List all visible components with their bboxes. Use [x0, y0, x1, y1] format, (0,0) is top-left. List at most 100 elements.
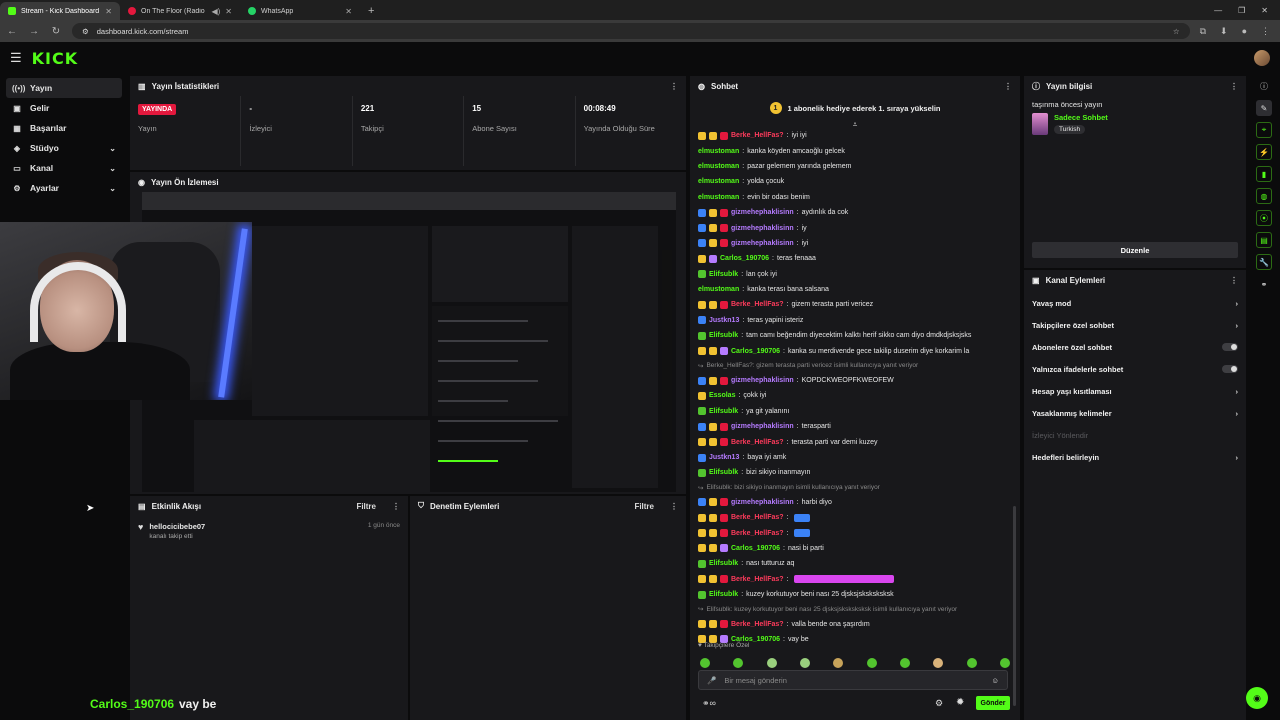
chat-message[interactable]: Berke_HellFas?: [698, 572, 1020, 587]
microphone-icon[interactable]: 🎤 [707, 676, 716, 685]
chat-username[interactable]: Berke_HellFas? [731, 514, 784, 521]
chat-username[interactable]: elmustoman [698, 286, 739, 293]
chat-message[interactable]: Elifsublk: lan çok iyi [698, 267, 1020, 282]
chat-username[interactable]: Berke_HellFas? [731, 621, 784, 628]
channel-action-1[interactable]: Takipçilere özel sohbet › [1024, 314, 1246, 336]
quick-emote-icon[interactable] [866, 658, 877, 668]
quick-emote-icon[interactable] [833, 658, 844, 668]
support-chat-icon[interactable]: ◉ [1246, 687, 1268, 709]
sidebar-item-5[interactable]: ⚙ Ayarlar ⌄ [6, 178, 122, 198]
extensions-icon[interactable]: ⧉ [1200, 26, 1206, 37]
site-info-icon[interactable]: ⚙ [82, 27, 89, 36]
chat-username[interactable]: elmustoman [698, 163, 739, 170]
sidebar-item-1[interactable]: ▣ Gelir [6, 98, 122, 118]
chat-message[interactable]: Essolas: çokk iyi [698, 388, 1020, 403]
close-icon[interactable]: ✕ [225, 7, 232, 16]
chevron-down-icon[interactable]: ⌄ [109, 164, 116, 173]
sidebar-item-4[interactable]: ▭ Kanal ⌄ [6, 158, 122, 178]
chat-message[interactable]: Berke_HellFas?: [698, 510, 1020, 525]
send-button[interactable]: Gönder [976, 696, 1010, 710]
speaker-icon[interactable]: ◀) [211, 7, 220, 16]
chat-username[interactable]: Carlos_190706 [731, 545, 780, 552]
channel-action-3[interactable]: Yalnızca ifadelerle sohbet [1024, 358, 1246, 380]
chat-username[interactable]: Elifsublk [709, 560, 738, 567]
chat-scrollbar[interactable] [1013, 506, 1016, 706]
url-input[interactable]: ⚙ dashboard.kick.com/stream ☆ [72, 23, 1190, 39]
chat-username[interactable]: Berke_HellFas? [731, 132, 784, 139]
chat-username[interactable]: Essolas [709, 392, 735, 399]
chat-username[interactable]: Berke_HellFas? [731, 301, 784, 308]
info-icon[interactable]: ⓘ [1256, 78, 1272, 94]
chat-username[interactable]: Justkn13 [709, 317, 739, 324]
chat-username[interactable]: Berke_HellFas? [731, 576, 784, 583]
new-tab-button[interactable]: + [360, 2, 382, 20]
browser-tab-music[interactable]: On The Floor (Radio Edit) ◀) ✕ [120, 2, 240, 20]
chat-username[interactable]: Berke_HellFas? [731, 439, 784, 446]
chat-message[interactable]: elmustoman: kanka terası bana salsana [698, 282, 1020, 297]
chat-username[interactable]: Carlos_190706 [720, 255, 769, 262]
chat-message[interactable]: Carlos_190706: teras fenaaa [698, 251, 1020, 266]
profile-icon[interactable]: ● [1242, 26, 1247, 37]
wrench-icon[interactable]: 🔧 [1256, 254, 1272, 270]
chat-settings-icon[interactable]: ⚙ [935, 698, 943, 709]
broadcast-icon[interactable]: ⦿ [1256, 210, 1272, 226]
forward-icon[interactable]: → [28, 26, 40, 37]
chat-bot-icon[interactable]: ✹ [956, 697, 964, 708]
kick-logo[interactable]: KICK [32, 49, 79, 68]
chat-username[interactable]: gizmehephaklisinn [731, 423, 794, 430]
reload-icon[interactable]: ↻ [50, 26, 62, 37]
chat-username[interactable]: Elifsublk [709, 332, 738, 339]
back-icon[interactable]: ← [6, 26, 18, 37]
chat-message[interactable]: Elifsublk: bizi sikiyo inanmayın [698, 465, 1020, 480]
chat-message[interactable]: Berke_HellFas?: valla bende ona şaşırdım [698, 616, 1020, 631]
chat-username[interactable]: elmustoman [698, 194, 739, 201]
channel-action-2[interactable]: Abonelere özel sohbet [1024, 336, 1246, 358]
emoji-icon[interactable]: ☺ [991, 676, 999, 685]
chat-username[interactable]: gizmehephaklisinn [731, 209, 794, 216]
chat-username[interactable]: Elifsublk [709, 591, 738, 598]
network-icon[interactable]: ⚭ [1256, 276, 1272, 292]
quick-emote-icon[interactable] [700, 658, 710, 668]
edit-pencil-icon[interactable]: ✎ [1256, 100, 1272, 116]
toggle-switch[interactable] [1222, 365, 1238, 373]
quick-emote-icon[interactable] [999, 658, 1010, 668]
browser-tab-whatsapp[interactable]: WhatsApp ✕ [240, 2, 360, 20]
chat-message[interactable]: Justkn13: teras yapini isteriz [698, 313, 1020, 328]
more-options-icon[interactable]: ⋮ [1004, 82, 1012, 91]
chat-message[interactable]: gizmehephaklisinn: terasparti [698, 419, 1020, 434]
more-options-icon[interactable]: ⋮ [670, 502, 678, 511]
more-options-icon[interactable]: ⋮ [1230, 276, 1238, 285]
chat-username[interactable]: Elifsublk [709, 271, 738, 278]
chat-message[interactable]: Carlos_190706: nasi bi parti [698, 541, 1020, 556]
close-icon[interactable]: ✕ [345, 7, 352, 16]
user-avatar[interactable] [1254, 50, 1270, 66]
chat-message[interactable]: elmustoman: pazar gelemem yarında gelemem [698, 159, 1020, 174]
channel-action-7[interactable]: Hedefleri belirleyin › [1024, 446, 1246, 468]
document-icon[interactable]: ▮ [1256, 166, 1272, 182]
chat-message[interactable]: Justkn13: baya iyi amk [698, 450, 1020, 465]
edit-button[interactable]: Düzenle [1032, 242, 1238, 258]
chat-username[interactable]: gizmehephaklisinn [731, 499, 794, 506]
sidebar-item-3[interactable]: ◈ Stüdyo ⌄ [6, 138, 122, 158]
browser-menu-icon[interactable]: ⋮ [1261, 26, 1270, 37]
chat-message[interactable]: Berke_HellFas?: terasta parti var demi ku… [698, 434, 1020, 449]
lightning-icon[interactable]: ⚡ [1256, 144, 1272, 160]
close-icon[interactable]: ✕ [105, 7, 112, 16]
chat-bubble-icon[interactable]: ◍ [1256, 188, 1272, 204]
toggle-switch[interactable] [1222, 343, 1238, 351]
chat-message[interactable]: Berke_HellFas?: gizem terasta parti veric… [698, 297, 1020, 312]
chat-message[interactable]: Elifsublk: tam camı beğendim diyecektim k… [698, 328, 1020, 343]
maximize-icon[interactable]: ❐ [1238, 6, 1245, 15]
minimize-icon[interactable]: — [1214, 6, 1222, 15]
chat-username[interactable]: gizmehephaklisinn [731, 225, 794, 232]
quick-emote-icon[interactable] [966, 658, 977, 668]
browser-tab-kick[interactable]: Stream - Kick Dashboard ✕ [0, 2, 120, 20]
sidebar-item-2[interactable]: ▦ Başarılar [6, 118, 122, 138]
chat-message[interactable]: Elifsublk: kuzey korkutuyor beni nası 25 … [698, 587, 1020, 602]
filter-button[interactable]: Filtre [356, 502, 376, 511]
chat-message[interactable]: gizmehephaklisinn: aydınlık da cok [698, 205, 1020, 220]
channel-action-0[interactable]: Yavaş mod › [1024, 292, 1246, 314]
channel-action-4[interactable]: Hesap yaşı kısıtlaması › [1024, 380, 1246, 402]
chat-message[interactable]: elmustoman: yolda çocuk [698, 174, 1020, 189]
chat-username[interactable]: gizmehephaklisinn [731, 377, 794, 384]
